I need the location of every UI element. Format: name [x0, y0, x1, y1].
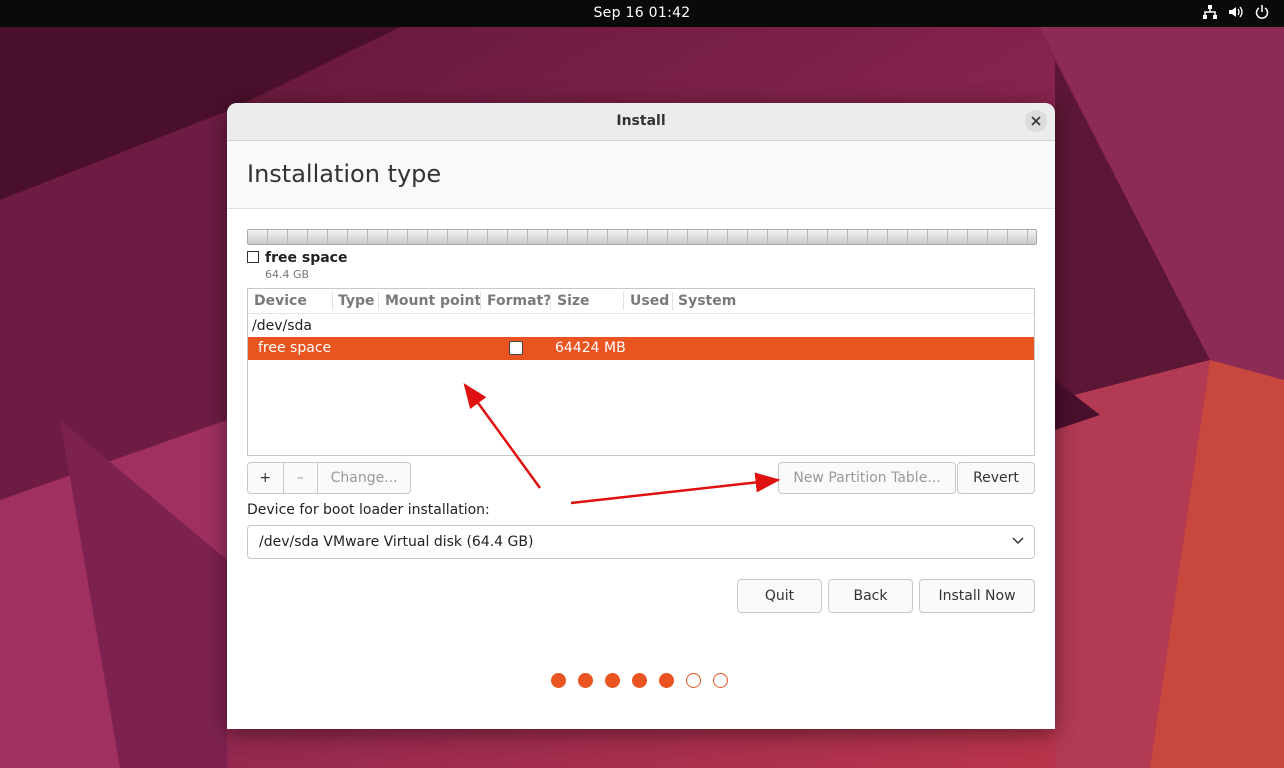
progress-dot	[659, 673, 674, 688]
partition-bar	[247, 229, 1037, 245]
remove-partition-button[interactable]: –	[282, 463, 318, 493]
column-mount-point[interactable]: Mount point	[385, 293, 481, 309]
install-now-button[interactable]: Install Now	[919, 579, 1035, 613]
row-device: free space	[258, 340, 332, 356]
chevron-down-icon	[1012, 537, 1024, 545]
progress-dots	[551, 673, 728, 688]
progress-dot	[605, 673, 620, 688]
table-row[interactable]: free space 64424 MB	[248, 337, 1034, 360]
table-header: Device Type Mount point Format? Size Use…	[248, 289, 1034, 314]
window-title: Install	[616, 113, 666, 129]
partition-legend-swatch	[247, 251, 259, 263]
column-system[interactable]: System	[678, 293, 736, 309]
partition-legend-size: 64.4 GB	[265, 268, 310, 281]
power-icon[interactable]	[1254, 4, 1270, 20]
bootloader-select[interactable]: /dev/sda VMware Virtual disk (64.4 GB)	[247, 525, 1035, 559]
close-icon	[1031, 116, 1041, 126]
title-bar[interactable]: Install	[227, 103, 1055, 141]
partition-legend-label: free space	[265, 250, 348, 266]
progress-dot	[713, 673, 728, 688]
progress-dot	[686, 673, 701, 688]
column-size[interactable]: Size	[557, 293, 590, 309]
revert-button[interactable]: Revert	[957, 462, 1035, 494]
format-checkbox[interactable]	[509, 341, 523, 355]
back-button[interactable]: Back	[828, 579, 913, 613]
page-header: Installation type	[227, 141, 1055, 209]
clock[interactable]: Sep 16 01:42	[0, 5, 1284, 21]
add-partition-button[interactable]: +	[248, 463, 283, 493]
close-button[interactable]	[1025, 110, 1047, 132]
table-group-row[interactable]: /dev/sda	[252, 318, 312, 334]
progress-dot	[551, 673, 566, 688]
progress-dot	[632, 673, 647, 688]
quit-button[interactable]: Quit	[737, 579, 822, 613]
column-format[interactable]: Format?	[487, 293, 551, 309]
new-partition-table-button[interactable]: New Partition Table...	[778, 462, 956, 494]
row-size: 64424 MB	[555, 340, 626, 356]
progress-dot	[578, 673, 593, 688]
column-device[interactable]: Device	[254, 293, 307, 309]
page-title: Installation type	[247, 160, 442, 188]
network-icon[interactable]	[1202, 4, 1218, 20]
partition-edit-buttons: + – Change...	[247, 462, 411, 494]
partition-table[interactable]: Device Type Mount point Format? Size Use…	[247, 288, 1035, 456]
column-used[interactable]: Used	[630, 293, 669, 309]
change-partition-button[interactable]: Change...	[317, 463, 410, 493]
top-bar: Sep 16 01:42	[0, 0, 1284, 27]
install-window: Install Installation type free space 64.…	[227, 103, 1055, 729]
bootloader-label: Device for boot loader installation:	[247, 502, 490, 518]
system-tray[interactable]	[1202, 4, 1270, 20]
bootloader-selected-value: /dev/sda VMware Virtual disk (64.4 GB)	[259, 534, 534, 550]
column-type[interactable]: Type	[338, 293, 375, 309]
volume-icon[interactable]	[1228, 4, 1244, 20]
